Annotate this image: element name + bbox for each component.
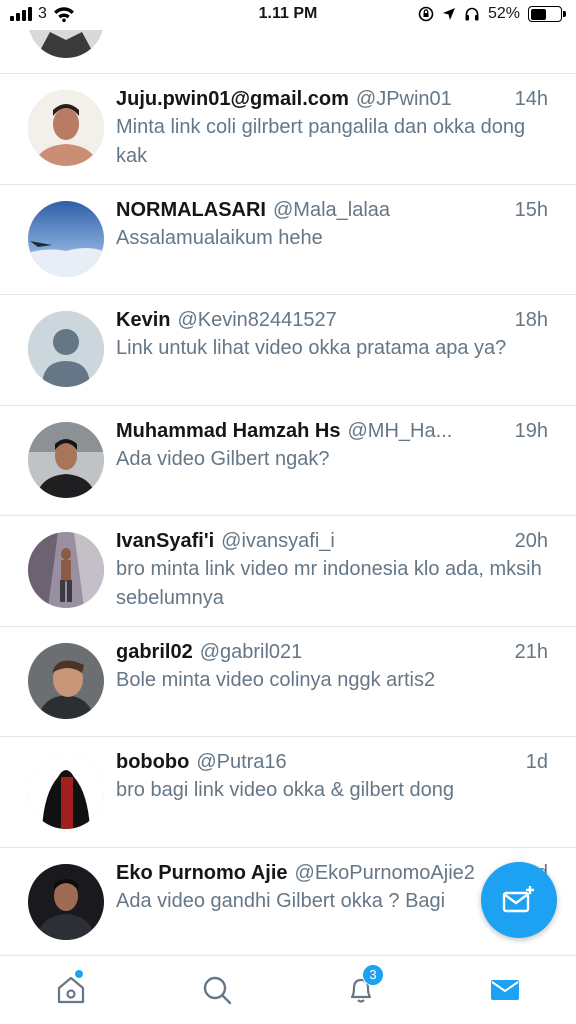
sender-name: Kevin bbox=[116, 309, 171, 331]
list-item[interactable]: gabril02 @gabril021 21h Bole minta video… bbox=[0, 627, 576, 737]
message-preview: bro bagi link video okka & gilbert dong bbox=[116, 779, 454, 801]
notification-count-badge: 3 bbox=[362, 964, 384, 986]
battery-icon bbox=[528, 6, 566, 22]
avatar bbox=[28, 863, 104, 940]
avatar bbox=[28, 642, 104, 719]
new-activity-dot bbox=[75, 970, 83, 978]
status-bar: 3 1.11 PM 52% bbox=[0, 0, 576, 30]
conversation-list[interactable]: Juju.pwin01@gmail.com @JPwin01 14h Minta… bbox=[0, 30, 576, 958]
list-item[interactable]: Kevin @Kevin82441527 18h Link untuk liha… bbox=[0, 295, 576, 406]
sender-handle: @Putra16 bbox=[196, 751, 287, 773]
sender-name: NORMALASARI bbox=[116, 198, 266, 221]
compose-message-button[interactable] bbox=[481, 862, 557, 938]
avatar bbox=[28, 30, 104, 58]
sender-handle: @MH_Ha... bbox=[347, 419, 453, 442]
list-item[interactable]: Juju.pwin01@gmail.com @JPwin01 14h Minta… bbox=[0, 74, 576, 185]
avatar bbox=[28, 753, 104, 829]
avatar bbox=[28, 421, 104, 498]
sender-handle: @EkoPurnomoAjie2 bbox=[294, 861, 475, 884]
tab-bar: 3 bbox=[0, 955, 576, 1024]
message-preview: bro minta link video mr indonesia klo ad… bbox=[116, 558, 542, 609]
sender-name: Muhammad Hamzah Hs bbox=[116, 419, 341, 442]
avatar bbox=[28, 200, 104, 277]
message-time: 1d bbox=[525, 751, 548, 773]
message-preview: Link untuk lihat video okka pratama apa … bbox=[116, 337, 507, 359]
compose-message-icon bbox=[502, 886, 534, 913]
list-item[interactable]: IvanSyafi'i @ivansyafi_i 20h bro minta l… bbox=[0, 516, 576, 627]
default-avatar-icon bbox=[28, 311, 104, 387]
tab-home[interactable] bbox=[47, 966, 95, 1014]
tab-search[interactable] bbox=[193, 966, 241, 1014]
sender-name: bobobo bbox=[116, 751, 190, 773]
sender-handle: @ivansyafi_i bbox=[221, 530, 335, 552]
message-preview: Assalamualaikum hehe bbox=[116, 226, 323, 249]
sender-name: IvanSyafi'i bbox=[116, 530, 215, 552]
home-icon bbox=[57, 976, 85, 1004]
sender-name: Eko Purnomo Ajie bbox=[116, 861, 288, 884]
message-time: 20h bbox=[514, 530, 548, 552]
headphones-icon bbox=[465, 7, 479, 21]
sender-name: Juju.pwin01@gmail.com bbox=[116, 88, 349, 110]
envelope-icon bbox=[491, 980, 519, 1000]
sender-handle: @Mala_lalaa bbox=[273, 198, 391, 221]
message-time: 14h bbox=[514, 88, 548, 110]
message-time: 21h bbox=[514, 640, 548, 663]
list-item[interactable]: Muhammad Hamzah Hs @MH_Ha... 19h Ada vid… bbox=[0, 406, 576, 516]
search-icon bbox=[203, 976, 232, 1005]
list-item[interactable]: bobobo @Putra16 1d bro bagi link video o… bbox=[0, 737, 576, 848]
sender-name: gabril02 bbox=[116, 640, 193, 663]
avatar bbox=[28, 90, 104, 166]
tab-notifications[interactable]: 3 bbox=[337, 964, 385, 1014]
rotation-lock-icon bbox=[418, 6, 434, 22]
list-item[interactable]: NORMALASARI @Mala_lalaa 15h Assalamualai… bbox=[0, 185, 576, 295]
message-time: 18h bbox=[514, 309, 548, 331]
message-preview: Bole minta video colinya nggk artis2 bbox=[116, 668, 436, 691]
sender-handle: @Kevin82441527 bbox=[177, 309, 337, 331]
tab-messages[interactable] bbox=[481, 966, 529, 1014]
message-preview: Minta link coli gilrbert pangalila dan o… bbox=[116, 116, 526, 167]
message-time: 19h bbox=[514, 419, 548, 442]
battery-percentage: 52% bbox=[487, 5, 520, 22]
message-preview: Ada video Gilbert ngak? bbox=[116, 447, 330, 470]
sender-handle: @gabril021 bbox=[199, 640, 303, 663]
avatar bbox=[28, 532, 104, 608]
message-time: 15h bbox=[514, 198, 548, 221]
sender-handle: @JPwin01 bbox=[355, 88, 452, 110]
location-arrow-icon bbox=[442, 8, 455, 20]
list-item-partial[interactable] bbox=[0, 30, 576, 74]
